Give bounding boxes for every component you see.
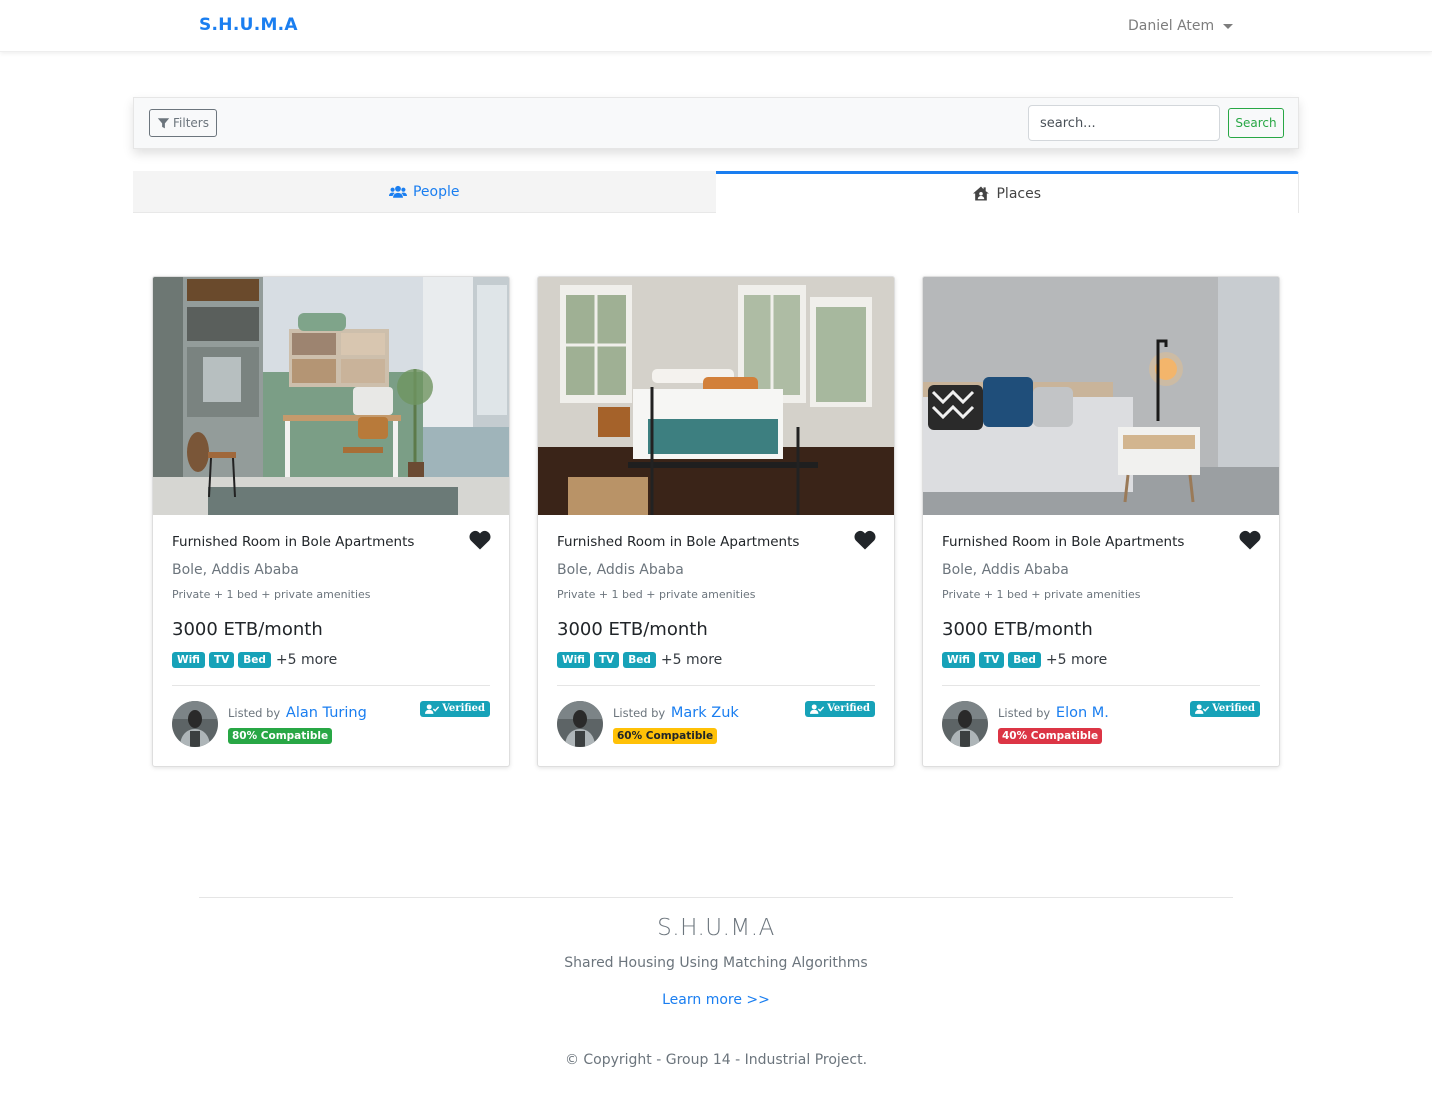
lister-name-link[interactable]: Mark Zuk — [671, 705, 739, 721]
footer-subtitle: Shared Housing Using Matching Algorithms — [564, 955, 868, 971]
listing-description: Private + 1 bed + private amenities — [557, 588, 756, 601]
footer-learn-more: Learn more >> — [0, 992, 1432, 1008]
footer-copyright: © Copyright - Group 14 - Industrial Proj… — [564, 1052, 868, 1068]
more-amenities[interactable]: +5 more — [1046, 652, 1107, 668]
verified-badge: Verified — [420, 701, 490, 717]
listed-by-label: Listed by — [613, 706, 666, 720]
listing-title: Furnished Room in Bole Apartments — [172, 534, 415, 550]
verified-label: Verified — [827, 703, 870, 714]
user-menu-dropdown[interactable]: Daniel Atem — [1128, 18, 1234, 34]
listing-card[interactable]: Furnished Room in Bole Apartments Bole, … — [922, 276, 1280, 767]
more-amenities[interactable]: +5 more — [276, 652, 337, 668]
amenity-badge: Bed — [623, 652, 656, 668]
listed-by-label: Listed by — [228, 706, 281, 720]
listing-location: Bole, Addis Ababa — [172, 562, 299, 578]
listed-by: Listed by Alan Turing — [228, 705, 367, 721]
lister-name-link[interactable]: Elon M. — [1056, 705, 1109, 721]
heart-icon[interactable] — [469, 530, 491, 550]
verified-badge: Verified — [1190, 701, 1260, 717]
learn-more-link[interactable]: Learn more >> — [662, 992, 770, 1008]
category-tabs: People Places — [133, 171, 1299, 213]
divider — [172, 685, 490, 686]
house-user-icon — [973, 186, 990, 201]
user-check-icon — [425, 704, 440, 714]
listing-description: Private + 1 bed + private amenities — [942, 588, 1141, 601]
listing-photo[interactable] — [538, 277, 894, 515]
listing-card[interactable]: Furnished Room in Bole Apartments Bole, … — [152, 276, 510, 767]
search-button[interactable]: Search — [1228, 108, 1284, 138]
listing-price: 3000 ETB/month — [942, 619, 1093, 640]
listing-price: 3000 ETB/month — [557, 619, 708, 640]
listing-price: 3000 ETB/month — [172, 619, 323, 640]
avatar[interactable] — [942, 701, 988, 747]
listed-by-label: Listed by — [998, 706, 1051, 720]
users-icon — [388, 185, 407, 198]
verified-label: Verified — [442, 703, 485, 714]
filter-icon — [157, 117, 170, 128]
amenity-badge: Wifi — [942, 652, 975, 668]
filters-label: Filters — [173, 116, 209, 130]
user-check-icon — [1195, 704, 1210, 714]
amenity-badge: Bed — [238, 652, 271, 668]
listed-by: Listed by Mark Zuk — [613, 705, 739, 721]
filters-button[interactable]: Filters — [149, 109, 217, 137]
tab-places[interactable]: Places — [715, 171, 1299, 213]
amenities-list: Wifi TV Bed +5 more — [557, 652, 722, 668]
compatibility-badge: 60% Compatible — [613, 728, 718, 744]
amenity-badge: TV — [208, 652, 235, 668]
user-name: Daniel Atem — [1128, 18, 1215, 34]
footer-divider — [199, 897, 1233, 898]
verified-badge: Verified — [805, 701, 875, 717]
user-check-icon — [810, 704, 825, 714]
avatar[interactable] — [172, 701, 218, 747]
amenities-list: Wifi TV Bed +5 more — [942, 652, 1107, 668]
brand-logo[interactable]: S.H.U.M.A — [199, 15, 298, 35]
navbar: S.H.U.M.A Daniel Atem — [0, 0, 1432, 52]
tab-people[interactable]: People — [133, 171, 716, 213]
listing-location: Bole, Addis Ababa — [942, 562, 1069, 578]
compatibility-badge: 80% Compatible — [228, 728, 333, 744]
lister-name-link[interactable]: Alan Turing — [286, 705, 367, 721]
listing-card[interactable]: Furnished Room in Bole Apartments Bole, … — [537, 276, 895, 767]
listing-photo[interactable] — [153, 277, 509, 515]
divider — [942, 685, 1260, 686]
amenity-badge: TV — [978, 652, 1005, 668]
tab-people-label: People — [412, 183, 460, 200]
filter-bar: Filters Search — [133, 97, 1299, 149]
verified-label: Verified — [1212, 703, 1255, 714]
tab-places-label: Places — [996, 185, 1041, 202]
caret-down-icon — [1223, 24, 1234, 29]
heart-icon[interactable] — [1239, 530, 1261, 550]
listed-by: Listed by Elon M. — [998, 705, 1109, 721]
heart-icon[interactable] — [854, 530, 876, 550]
amenities-list: Wifi TV Bed +5 more — [172, 652, 337, 668]
listing-title: Furnished Room in Bole Apartments — [557, 534, 800, 550]
listing-location: Bole, Addis Ababa — [557, 562, 684, 578]
footer-title: S.H.U.M.A — [657, 915, 775, 941]
listing-photo[interactable] — [923, 277, 1279, 515]
more-amenities[interactable]: +5 more — [661, 652, 722, 668]
avatar[interactable] — [557, 701, 603, 747]
search-input[interactable] — [1028, 105, 1220, 141]
amenity-badge: Wifi — [557, 652, 590, 668]
amenity-badge: Wifi — [172, 652, 205, 668]
divider — [557, 685, 875, 686]
listing-title: Furnished Room in Bole Apartments — [942, 534, 1185, 550]
listing-description: Private + 1 bed + private amenities — [172, 588, 371, 601]
compatibility-badge: 40% Compatible — [998, 728, 1103, 744]
amenity-badge: Bed — [1008, 652, 1041, 668]
amenity-badge: TV — [593, 652, 620, 668]
